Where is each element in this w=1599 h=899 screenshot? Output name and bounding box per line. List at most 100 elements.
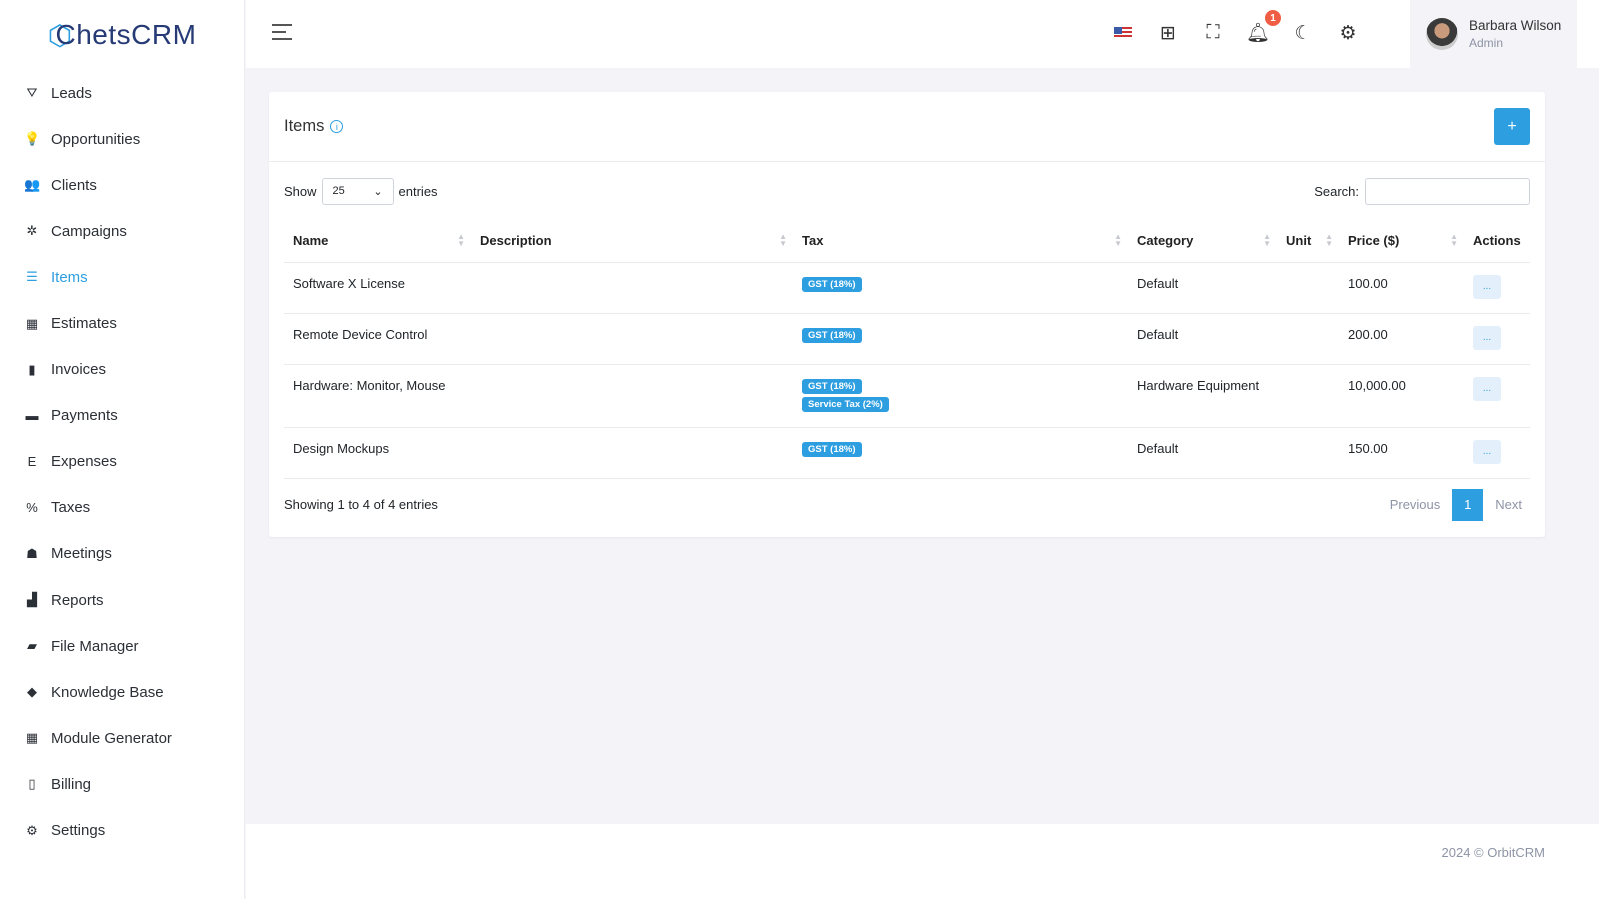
column-label: Unit [1286,233,1312,249]
item-actions: ... [1464,427,1530,479]
item-name: Design Mockups [284,427,471,479]
sidebar-item-invoices[interactable]: ▮ Invoices [0,347,244,393]
actions-button[interactable]: ... [1473,325,1501,350]
item-price: 200.00 [1339,313,1464,365]
sidebar: ⬡ ChetsCRM ⛛ Leads 💡 Opportunities 👥 Clients ✲ C… [0,0,245,899]
pagination: Previous 1 Next [1382,488,1530,521]
items-card: Items i + Show 25 ⌄ entries Search: Name ▲… [269,92,1545,537]
item-tax: GST (18%) [793,427,1128,479]
item-tax: GST (18%) Service Tax (2%) [793,364,1128,428]
item-price: 10,000.00 [1339,364,1464,428]
sort-icon[interactable]: ▲ ▼ [779,233,787,248]
item-price: 150.00 [1339,427,1464,479]
language-flag-icon[interactable] [1112,20,1134,46]
calculator-icon: ▦ [25,315,39,331]
item-description [471,427,793,479]
sidebar-item-file-manager[interactable]: ▰ File Manager [0,623,244,669]
sort-icon[interactable]: ▲ ▼ [457,233,465,248]
sort-icon[interactable]: ▲ ▼ [1114,233,1122,248]
item-tax: GST (18%) [793,262,1128,314]
sidebar-item-label: Module Generator [51,729,172,747]
top-header: ⊞ ⛶ 🔔︎ 1 ☾ ⚙ Barbara Wilson Admin [246,0,1599,68]
table-row: Remote Device Control GST (18%) Default … [284,313,1530,365]
sort-icon[interactable]: ▲ ▼ [1450,233,1458,248]
item-description [471,262,793,314]
sidebar-item-label: Expenses [51,453,117,471]
previous-button[interactable]: Previous [1382,497,1449,512]
sidebar-item-label: Estimates [51,315,117,333]
file-icon: ▮ [28,361,36,377]
sidebar-item-knowledge-base[interactable]: ◆ Knowledge Base [0,669,244,715]
column-label: Actions [1473,233,1521,249]
item-name: Remote Device Control [284,313,471,365]
column-header-unit[interactable]: Unit ▲ ▼ [1277,220,1339,263]
sidebar-nav: ⛛ Leads 💡 Opportunities 👥 Clients ✲ Campaigns ☰ I… [0,70,244,854]
gear-icon: ⚙ [26,822,38,838]
gear-icon[interactable]: ⚙ [1337,20,1359,46]
item-tax: GST (18%) [793,313,1128,365]
actions-button[interactable]: ... [1473,439,1501,464]
column-header-name[interactable]: Name ▲ ▼ [284,220,471,263]
actions-button[interactable]: ... [1473,274,1501,299]
column-header-price[interactable]: Price ($) ▲ ▼ [1339,220,1464,263]
entries-label: entries [398,183,438,199]
page-1-button[interactable]: 1 [1452,488,1484,521]
lightbulb-icon: 💡 [24,131,41,147]
search-label: Search: [1314,184,1359,199]
moon-icon[interactable]: ☾ [1292,20,1314,46]
column-header-description[interactable]: Description ▲ ▼ [471,220,793,263]
next-button[interactable]: Next [1487,497,1530,512]
tax-badge: GST (18%) [802,441,862,457]
sidebar-item-leads[interactable]: ⛛ Leads [0,70,244,116]
item-description [471,364,793,428]
sidebar-item-label: Clients [51,176,97,194]
sidebar-item-settings[interactable]: ⚙ Settings [0,808,244,854]
table-icon: ▦ [25,730,39,746]
apps-grid-icon[interactable]: ⊞ [1157,20,1179,46]
sidebar-item-items[interactable]: ☰ Items [0,254,244,300]
item-unit [1277,313,1339,365]
actions-button[interactable]: ... [1473,376,1501,401]
sidebar-item-label: Settings [51,822,106,840]
sidebar-item-taxes[interactable]: % Taxes [0,485,244,531]
item-description [471,313,793,365]
entries-select[interactable]: 25 ⌄ [321,177,394,205]
sidebar-item-module-generator[interactable]: ▦ Module Generator [0,715,244,761]
sidebar-item-opportunities[interactable]: 💡 Opportunities [0,116,244,162]
column-header-tax[interactable]: Tax ▲ ▼ [793,220,1128,263]
sidebar-item-expenses[interactable]: E Expenses [0,439,244,485]
folder-icon: ▰ [27,638,37,654]
items-table: Name ▲ ▼ Description ▲ ▼ Tax ▲ ▼ Category ▲ ▼ Unit ▲ ▼… [284,220,1530,479]
column-header-category[interactable]: Category ▲ ▼ [1128,220,1277,263]
table-row: Design Mockups GST (18%) Default 150.00 … [284,427,1530,479]
add-item-button[interactable]: + [1494,108,1530,145]
sidebar-item-reports[interactable]: ▟ Reports [0,577,244,623]
info-icon[interactable]: i [330,120,344,133]
column-label: Name [293,233,329,249]
sidebar-item-clients[interactable]: 👥 Clients [0,162,244,208]
search-input[interactable] [1365,178,1530,205]
sidebar-item-label: File Manager [51,637,139,655]
sidebar-item-estimates[interactable]: ▦ Estimates [0,300,244,346]
menu-toggle-icon[interactable] [272,24,292,45]
sort-icon[interactable]: ▲ ▼ [1263,233,1271,248]
chart-icon: ▟ [27,592,37,608]
sidebar-item-meetings[interactable]: ☗ Meetings [0,531,244,577]
list-icon: ☰ [26,269,38,285]
footer-text: 2024 © OrbitCRM [1441,845,1546,860]
fullscreen-icon[interactable]: ⛶ [1202,20,1224,46]
column-header-actions[interactable]: Actions [1464,220,1530,263]
item-category: Default [1128,313,1277,365]
footer: 2024 © OrbitCRM [246,824,1599,899]
item-actions: ... [1464,364,1530,428]
sidebar-item-payments[interactable]: ▬ Payments [0,393,244,439]
bell-icon[interactable]: 🔔︎ 1 [1246,10,1281,46]
sidebar-item-label: Knowledge Base [51,683,164,701]
sort-icon[interactable]: ▲ ▼ [1325,233,1333,248]
sidebar-item-billing[interactable]: ▯ Billing [0,761,244,807]
sidebar-item-campaigns[interactable]: ✲ Campaigns [0,208,244,254]
logo[interactable]: ⬡ ChetsCRM [0,0,244,70]
credit-card-icon: ▬ [25,408,39,424]
tax-badge: GST (18%) [802,327,862,343]
user-menu[interactable]: Barbara Wilson Admin [1410,0,1577,68]
